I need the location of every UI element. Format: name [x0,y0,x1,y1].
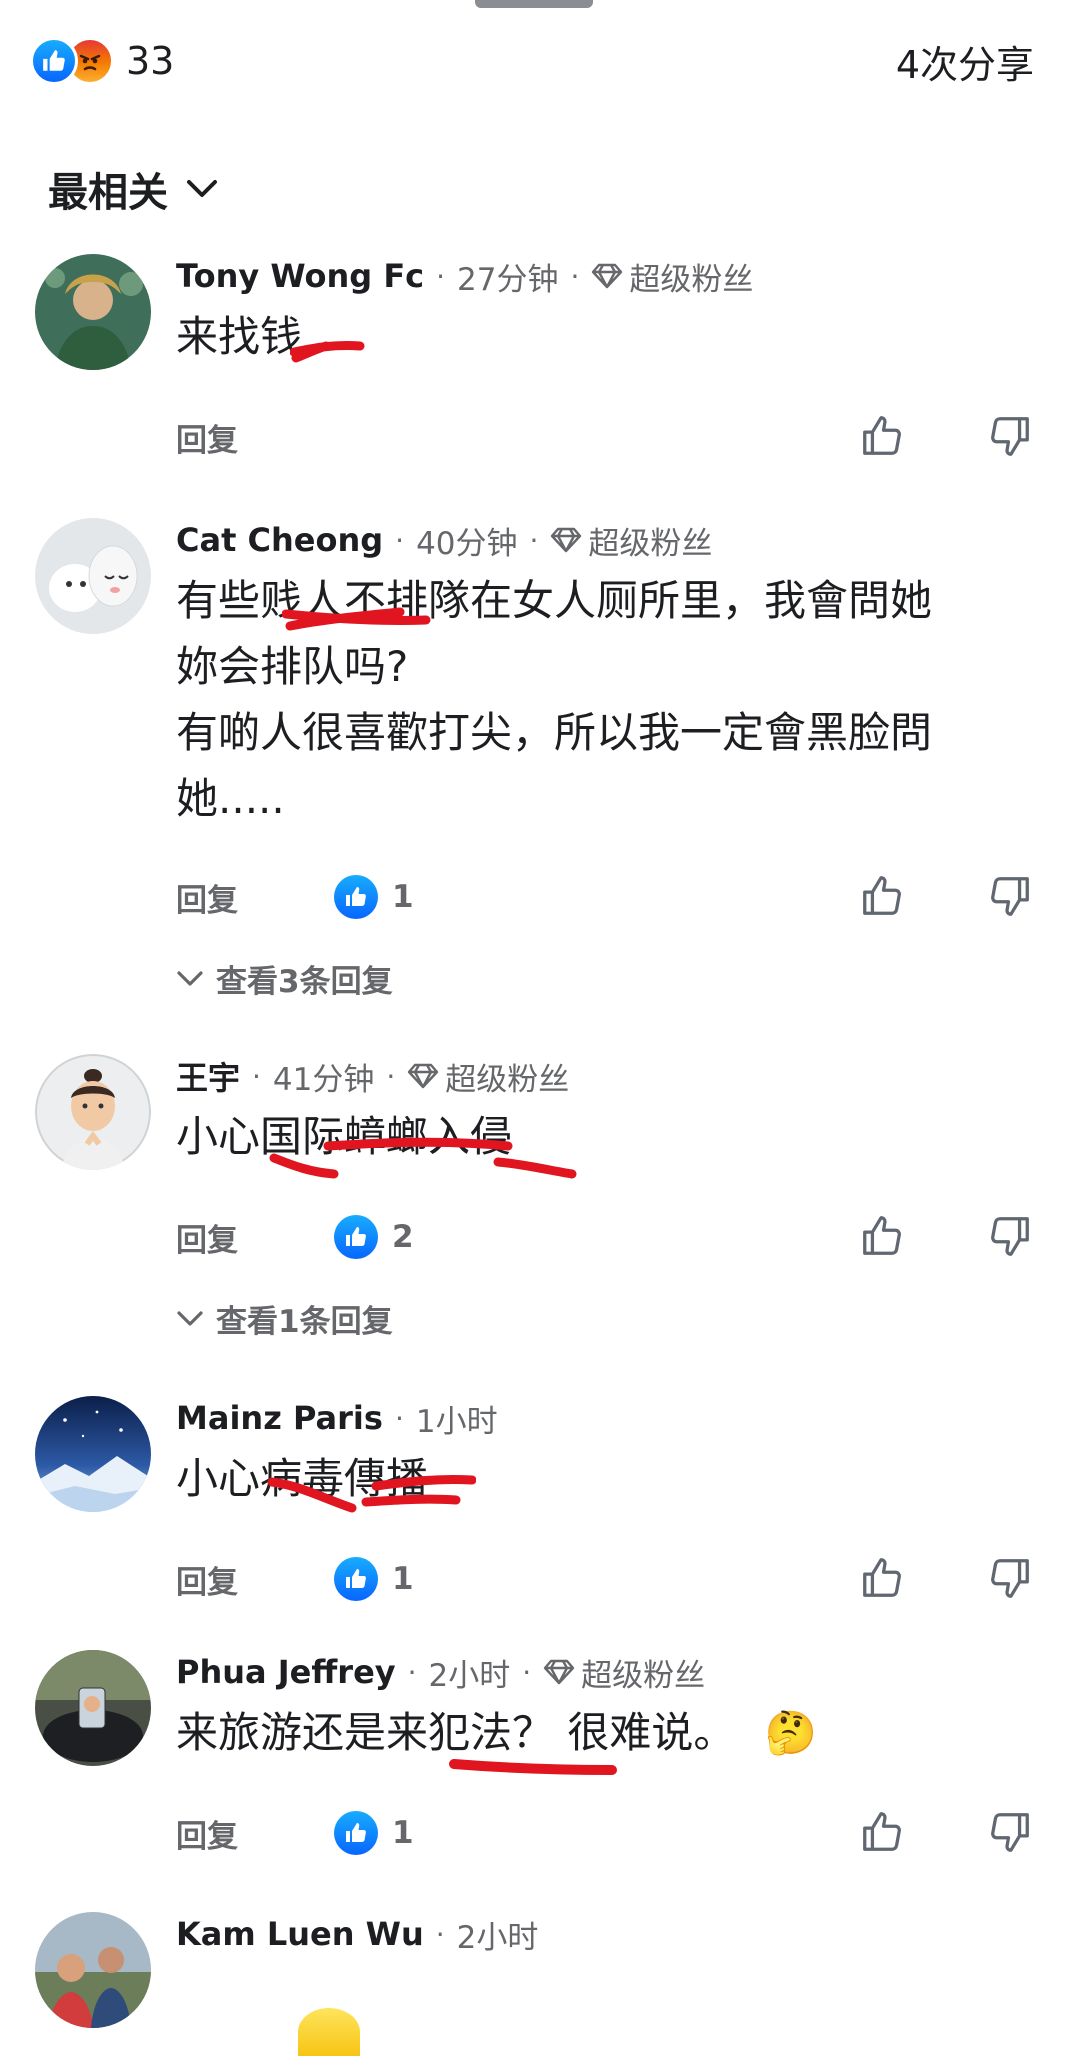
timestamp[interactable]: 1小时 [416,1396,498,1441]
avatar[interactable] [35,1912,151,2028]
avatar[interactable] [35,1396,151,1512]
super-fan-badge: 超级粉丝 [407,1054,569,1099]
comment-actions: 回复 [176,412,1034,462]
share-count[interactable]: 4次分享 [896,34,1034,89]
reaction-summary[interactable]: 33 [30,37,174,85]
redaction-scribble [269,1137,577,1179]
super-fan-badge: 超级粉丝 [550,518,712,563]
sticker-partial [298,2008,360,2056]
chevron-down-icon [187,180,217,197]
view-replies-label: 查看1条回复 [216,1304,393,1340]
super-fan-badge: 超级粉丝 [591,254,753,299]
separator: · [436,259,446,293]
thumbs-down-icon[interactable] [986,872,1034,920]
like-number: 2 [392,1219,414,1255]
separator: · [522,1655,532,1689]
thumbs-down-icon[interactable] [986,1554,1034,1602]
avatar[interactable] [35,1054,151,1170]
reply-button[interactable]: 回复 [176,1811,238,1856]
reply-button[interactable]: 回复 [176,875,238,920]
separator: · [435,1917,445,1951]
like-count[interactable]: 1 [334,1557,414,1601]
commenter-name[interactable]: Mainz Paris [176,1399,383,1437]
commenter-name[interactable]: Phua Jeffrey [176,1653,396,1691]
comment-actions: 回复 1 [176,1808,1034,1858]
commenter-name[interactable]: Kam Luen Wu [176,1915,424,1953]
separator: · [394,1401,404,1435]
like-icon [30,37,78,85]
thumbs-up-icon[interactable] [858,872,906,920]
like-icon [334,1811,378,1855]
chevron-down-icon [177,970,203,986]
thumbs-up-icon[interactable] [858,1554,906,1602]
redaction-scribble [267,1474,476,1513]
avatar[interactable] [35,518,151,634]
avatar[interactable] [35,254,151,370]
reply-button[interactable]: 回复 [176,1215,238,1260]
timestamp[interactable]: 2小时 [457,1912,539,1957]
super-fan-badge: 超级粉丝 [543,1650,705,1695]
comment-actions: 回复 2 [176,1212,1034,1262]
redaction-scribble [282,607,431,631]
avatar[interactable] [35,1650,151,1766]
like-icon [334,1557,378,1601]
view-replies-button[interactable]: 查看3条回复 [176,956,393,1001]
chevron-down-icon [177,1310,203,1326]
commenter-name[interactable]: 王宇 [176,1053,240,1099]
timestamp[interactable]: 2小时 [429,1650,511,1695]
redaction-scribble [449,1759,617,1775]
diamond-icon [551,527,582,553]
separator: · [407,1655,417,1689]
badge-label: 超级粉丝 [588,525,713,562]
timestamp[interactable]: 40分钟 [416,518,517,563]
like-icon [334,875,378,919]
reaction-count: 33 [126,39,175,83]
badge-label: 超级粉丝 [629,261,754,298]
comment-actions: 回复 1 [176,872,1034,922]
separator: · [252,1059,261,1093]
diamond-icon [592,263,623,289]
like-number: 1 [392,1561,414,1597]
separator: · [529,523,539,557]
commenter-name[interactable]: Tony Wong Fc [176,257,424,295]
reactions-bar: 33 4次分享 [30,34,1034,89]
diamond-icon [543,1659,575,1685]
commenter-name[interactable]: Cat Cheong [176,521,383,559]
like-count[interactable]: 2 [334,1215,414,1259]
separator: · [395,523,405,557]
drag-handle[interactable] [475,0,593,8]
reply-button[interactable]: 回复 [176,415,238,460]
thumbs-up-icon[interactable] [858,412,906,460]
separator: · [386,1059,396,1093]
like-number: 1 [392,1815,414,1851]
thumbs-down-icon[interactable] [986,1808,1034,1856]
separator: · [570,259,580,293]
comment-actions: 回复 1 [176,1554,1034,1604]
sort-dropdown[interactable]: 最相关 [48,160,218,218]
thumbs-up-icon[interactable] [858,1808,906,1856]
like-count[interactable]: 1 [334,1811,414,1855]
sort-label: 最相关 [48,170,168,216]
thinking-face-emoji: 🤔 [764,1708,818,1757]
thumbs-up-icon[interactable] [858,1212,906,1260]
redaction-scribble [290,340,365,363]
badge-label: 超级粉丝 [581,1657,706,1694]
timestamp[interactable]: 41分钟 [273,1054,374,1099]
badge-label: 超级粉丝 [445,1061,570,1098]
thumbs-down-icon[interactable] [986,412,1034,460]
diamond-icon [408,1063,439,1089]
timestamp[interactable]: 27分钟 [457,254,558,299]
reply-button[interactable]: 回复 [176,1557,238,1602]
comment-text-body: 来旅游还是来犯法？ 很难说。 [176,1708,736,1757]
view-replies-label: 查看3条回复 [216,964,393,1000]
view-replies-button[interactable]: 查看1条回复 [176,1296,393,1341]
like-number: 1 [392,879,414,915]
like-count[interactable]: 1 [334,875,414,919]
like-icon [334,1215,378,1259]
thumbs-down-icon[interactable] [986,1212,1034,1260]
